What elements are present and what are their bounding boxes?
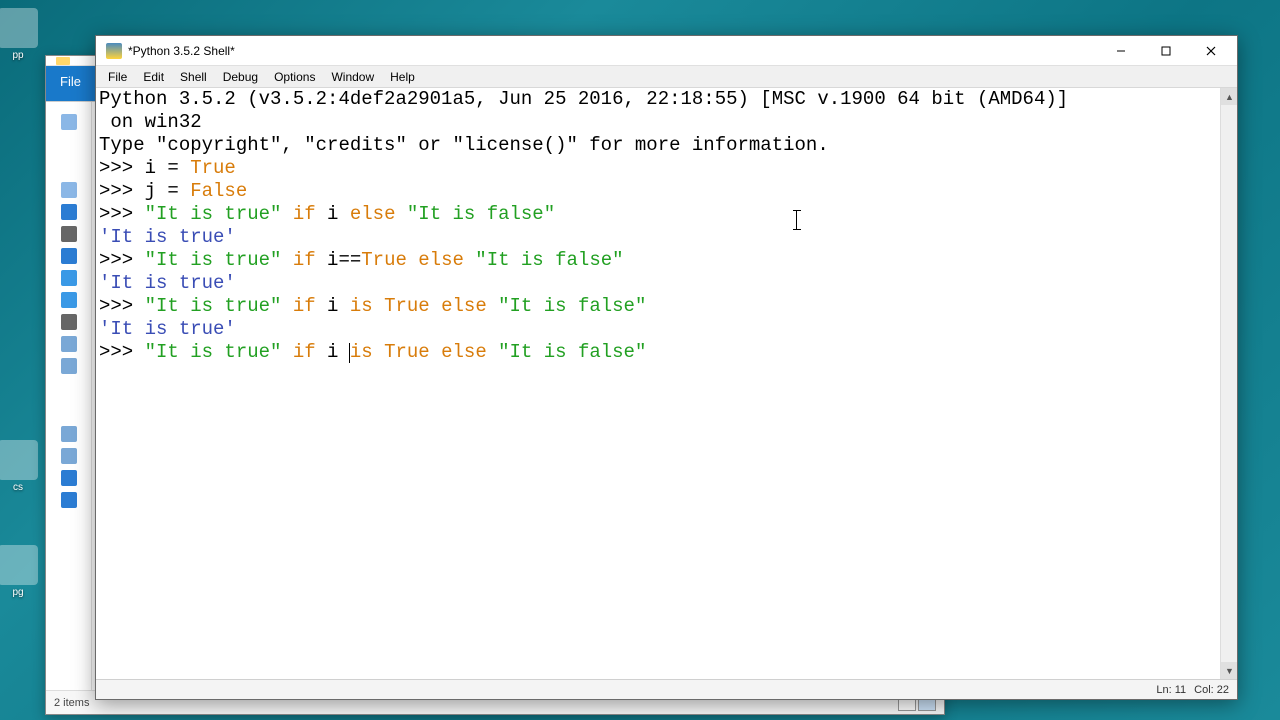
music-icon[interactable]	[61, 292, 77, 308]
menu-file[interactable]: File	[100, 68, 135, 86]
status-col: Col: 22	[1194, 684, 1229, 696]
close-button[interactable]	[1188, 37, 1233, 65]
explorer-quick-access	[46, 102, 92, 696]
python-icon	[106, 43, 122, 59]
nav-item-icon[interactable]	[61, 448, 77, 464]
prompt: >>>	[99, 203, 145, 225]
quick-access-icon[interactable]	[61, 182, 77, 198]
menu-help[interactable]: Help	[382, 68, 423, 86]
scroll-up-button[interactable]: ▲	[1221, 88, 1237, 105]
prompt: >>>	[99, 249, 145, 271]
menu-options[interactable]: Options	[266, 68, 323, 86]
prompt: >>>	[99, 157, 145, 179]
shell-editor[interactable]: Python 3.5.2 (v3.5.2:4def2a2901a5, Jun 2…	[96, 88, 1220, 679]
status-bar: Ln: 11 Col: 22	[96, 679, 1237, 699]
menu-edit[interactable]: Edit	[135, 68, 172, 86]
this-pc-icon[interactable]	[61, 226, 77, 242]
app-icon	[0, 440, 38, 480]
explorer-file-tab[interactable]: File	[46, 66, 95, 101]
output-line: 'It is true'	[99, 226, 236, 248]
scroll-down-button[interactable]: ▼	[1221, 662, 1237, 679]
app-icon	[0, 8, 38, 48]
downloads-icon[interactable]	[61, 270, 77, 286]
app-icon	[0, 545, 38, 585]
desktop-icon-label: pg	[12, 587, 23, 598]
nav-item-icon[interactable]	[61, 426, 77, 442]
banner-text: on win32	[99, 111, 202, 133]
videos-icon[interactable]	[61, 314, 77, 330]
pin-icon[interactable]	[61, 114, 77, 130]
drive-icon[interactable]	[61, 336, 77, 352]
drive-icon[interactable]	[61, 358, 77, 374]
window-title: *Python 3.5.2 Shell*	[128, 44, 1098, 58]
prompt: >>>	[99, 295, 145, 317]
desktop-icon-label: cs	[13, 482, 23, 493]
minimize-button[interactable]	[1098, 37, 1143, 65]
menu-window[interactable]: Window	[323, 68, 382, 86]
status-line: Ln: 11	[1156, 684, 1186, 696]
prompt: >>>	[99, 341, 145, 363]
desktop-icon[interactable]: pp	[0, 8, 42, 61]
onedrive-icon[interactable]	[61, 204, 77, 220]
mouse-ibeam-cursor	[796, 210, 798, 230]
desktop-icon[interactable]: cs	[0, 440, 42, 493]
desktop-icon[interactable]: pg	[0, 545, 42, 598]
menu-shell[interactable]: Shell	[172, 68, 215, 86]
title-bar[interactable]: *Python 3.5.2 Shell*	[96, 36, 1237, 66]
idle-shell-window: *Python 3.5.2 Shell* File Edit Shell Deb…	[95, 35, 1238, 700]
menu-debug[interactable]: Debug	[215, 68, 266, 86]
homegroup-icon[interactable]	[61, 492, 77, 508]
output-line: 'It is true'	[99, 318, 236, 340]
desktop-icon-label: pp	[12, 50, 23, 61]
menu-bar: File Edit Shell Debug Options Window Hel…	[96, 66, 1237, 88]
item-count: 2 items	[54, 697, 89, 709]
prompt: >>>	[99, 180, 145, 202]
banner-text: Python 3.5.2 (v3.5.2:4def2a2901a5, Jun 2…	[99, 88, 1068, 110]
output-line: 'It is true'	[99, 272, 236, 294]
network-icon[interactable]	[61, 470, 77, 486]
banner-text: Type "copyright", "credits" or "license(…	[99, 134, 829, 156]
vertical-scrollbar[interactable]: ▲ ▼	[1220, 88, 1237, 679]
folder-icon	[56, 57, 70, 65]
maximize-button[interactable]	[1143, 37, 1188, 65]
documents-icon[interactable]	[61, 248, 77, 264]
